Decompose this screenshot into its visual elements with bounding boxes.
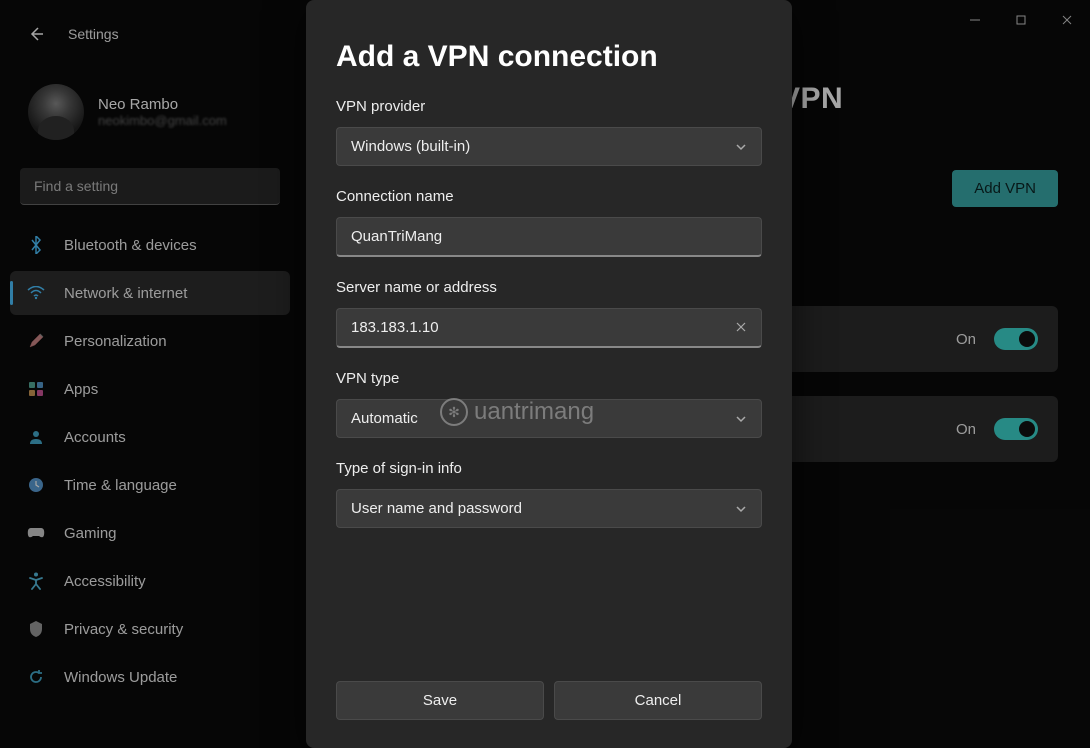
field-label: Type of sign-in info xyxy=(336,460,762,477)
select-value: Windows (built-in) xyxy=(351,138,470,155)
clear-icon[interactable] xyxy=(735,320,747,336)
vpn-type-select[interactable]: Automatic xyxy=(336,399,762,438)
save-button[interactable]: Save xyxy=(336,681,544,720)
signin-type-select[interactable]: User name and password xyxy=(336,489,762,528)
chevron-down-icon xyxy=(735,410,747,427)
input-value: QuanTriMang xyxy=(351,228,442,245)
select-value: Automatic xyxy=(351,410,418,427)
field-label: Server name or address xyxy=(336,279,762,296)
field-label: VPN type xyxy=(336,370,762,387)
cancel-button[interactable]: Cancel xyxy=(554,681,762,720)
select-value: User name and password xyxy=(351,500,522,517)
chevron-down-icon xyxy=(735,138,747,155)
server-address-input[interactable]: 183.183.1.10 xyxy=(336,308,762,348)
vpn-provider-select[interactable]: Windows (built-in) xyxy=(336,127,762,166)
dialog-title: Add a VPN connection xyxy=(336,40,762,74)
input-value: 183.183.1.10 xyxy=(351,319,439,336)
connection-name-input[interactable]: QuanTriMang xyxy=(336,217,762,257)
add-vpn-dialog: Add a VPN connection VPN provider Window… xyxy=(306,0,792,748)
field-label: Connection name xyxy=(336,188,762,205)
field-label: VPN provider xyxy=(336,98,762,115)
chevron-down-icon xyxy=(735,500,747,517)
